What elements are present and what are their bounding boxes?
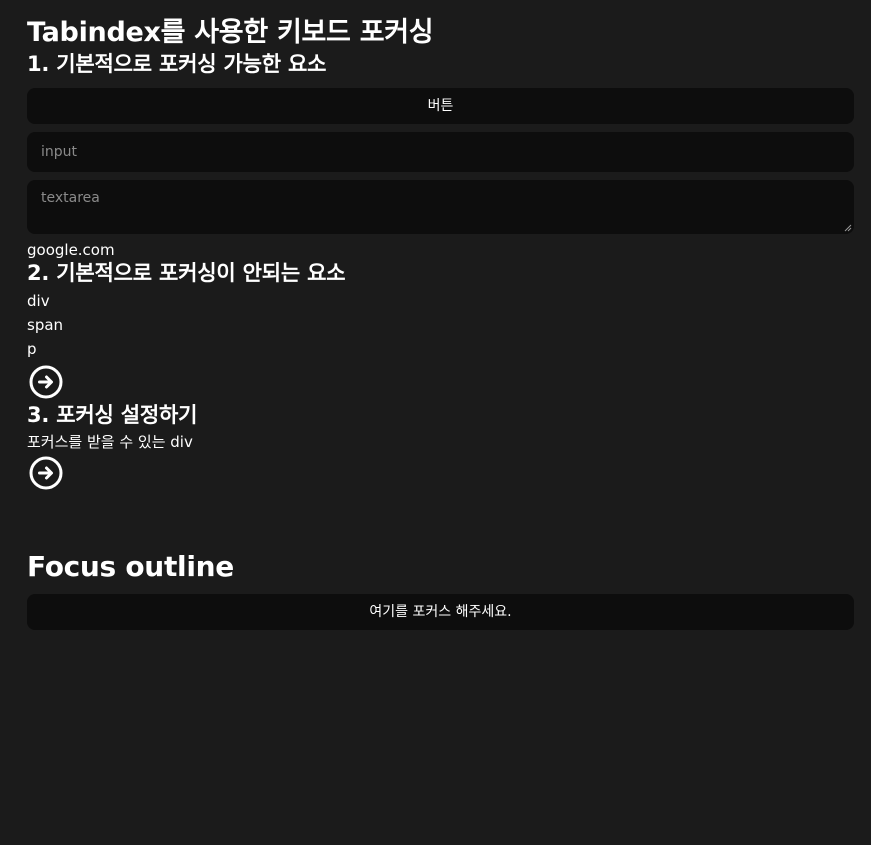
arrow-right-circle-icon[interactable] — [27, 454, 65, 492]
section-3-heading: 3. 포커싱 설정하기 — [27, 403, 198, 427]
arrow-right-circle-icon — [29, 365, 63, 399]
section-1-heading: 1. 기본적으로 포커싱 가능한 요소 — [27, 52, 327, 76]
page-title: Tabindex를 사용한 키보드 포커싱 — [27, 17, 434, 48]
plain-paragraph: p — [27, 340, 37, 358]
plain-div: div — [27, 292, 50, 310]
textarea-wrapper — [27, 180, 854, 234]
plain-span: span — [27, 316, 64, 334]
google-link[interactable]: google.com — [27, 241, 115, 259]
focusable-div[interactable]: 포커스를 받을 수 있는 div — [27, 433, 854, 451]
default-textarea[interactable] — [27, 180, 854, 234]
default-input[interactable] — [27, 132, 854, 172]
focus-outline-heading: Focus outline — [27, 550, 234, 583]
focus-target-button[interactable]: 여기를 포커스 해주세요. — [27, 594, 854, 630]
section-2-heading: 2. 기본적으로 포커싱이 안되는 요소 — [27, 261, 346, 285]
default-button[interactable]: 버튼 — [27, 88, 854, 124]
page: Tabindex를 사용한 키보드 포커싱 1. 기본적으로 포커싱 가능한 요… — [0, 0, 871, 630]
